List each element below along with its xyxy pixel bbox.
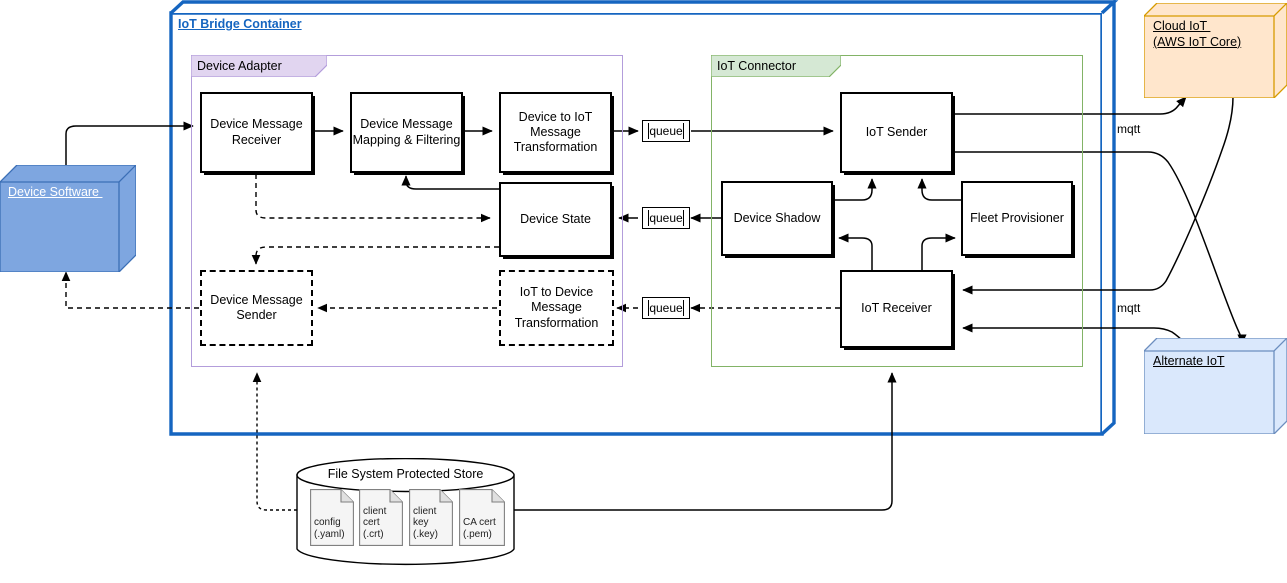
node-alternate-iot-label: Alternate IoT [1153,354,1225,368]
node-device-state-label: Device State [520,211,591,226]
node-iot-receiver-label: IoT Receiver [861,301,932,316]
node-cloud-iot-label: Cloud IoT (AWS IoT Core) [1153,19,1242,49]
node-iot-sender[interactable]: IoT Sender [840,92,953,173]
node-device-message-mapping-filtering-label: Device Message Mapping & Filtering [352,117,461,147]
node-device-message-receiver[interactable]: Device Message Receiver [200,92,313,173]
cloud-iot-shape [1143,2,1287,99]
file-config-yaml-label: config (.yaml) [314,517,345,541]
node-device-state[interactable]: Device State [499,182,612,257]
node-device-message-mapping-filtering[interactable]: Device Message Mapping & Filtering [350,92,463,173]
node-device-to-iot-message-transformation[interactable]: Device to IoT Message Transformation [499,92,612,173]
node-device-message-receiver-label: Device Message Receiver [210,117,303,147]
node-file-system-protected-store-label: File System Protected Store [327,467,484,481]
node-device-to-iot-message-transformation-label: Device to IoT Message Transformation [513,109,598,155]
page-title: IoT Bridge Container [178,17,302,31]
node-fleet-provisioner[interactable]: Fleet Provisioner [961,181,1073,256]
diagram-canvas: IoT Bridge Container Device Adapter IoT … [0,0,1287,583]
queue-receiver-to-transform[interactable]: queue [642,297,690,319]
file-client-cert-crt[interactable]: client cert (.crt) [359,489,403,546]
node-iot-sender-label: IoT Sender [865,124,928,139]
node-alternate-iot[interactable]: Alternate IoT [1143,337,1287,435]
queue-receiver-to-transform-label: queue [649,301,683,315]
file-ca-cert-pem-label: CA cert (.pem) [463,517,496,541]
edge-label-mqtt-bottom: mqtt [1117,301,1141,315]
node-fleet-provisioner-label: Fleet Provisioner [970,210,1064,225]
node-device-message-sender[interactable]: Device Message Sender [200,270,313,346]
node-device-software-label: Device Software [8,185,103,199]
device-software-shape [0,164,137,273]
queue-device-to-iot[interactable]: queue [642,120,690,142]
file-config-yaml[interactable]: config (.yaml) [310,489,354,546]
edge-label-mqtt-top: mqtt [1117,122,1141,136]
queue-shadow-to-state-label: queue [649,211,683,225]
file-client-key-key-label: client key (.key) [413,505,438,541]
node-device-shadow[interactable]: Device Shadow [721,181,833,256]
node-device-software[interactable]: Device Software [0,164,137,273]
node-iot-receiver[interactable]: IoT Receiver [840,270,953,348]
group-iot-connector-tab: IoT Connector [711,55,841,77]
group-device-adapter-label: Device Adapter [197,59,282,73]
node-iot-to-device-message-transformation[interactable]: IoT to Device Message Transformation [499,270,614,346]
file-client-cert-crt-label: client cert (.crt) [363,505,387,541]
group-device-adapter-tab: Device Adapter [191,55,327,77]
alternate-iot-shape [1143,337,1287,435]
group-iot-connector-label: IoT Connector [717,59,796,73]
node-device-shadow-label: Device Shadow [733,210,821,225]
node-device-message-sender-label: Device Message Sender [210,292,303,322]
file-client-key-key[interactable]: client key (.key) [409,489,453,546]
node-iot-to-device-message-transformation-label: IoT to Device Message Transformation [514,285,599,330]
queue-device-to-iot-label: queue [649,124,683,138]
file-ca-cert-pem[interactable]: CA cert (.pem) [459,489,505,546]
queue-shadow-to-state[interactable]: queue [642,207,690,229]
node-cloud-iot[interactable]: Cloud IoT (AWS IoT Core) [1143,2,1287,99]
